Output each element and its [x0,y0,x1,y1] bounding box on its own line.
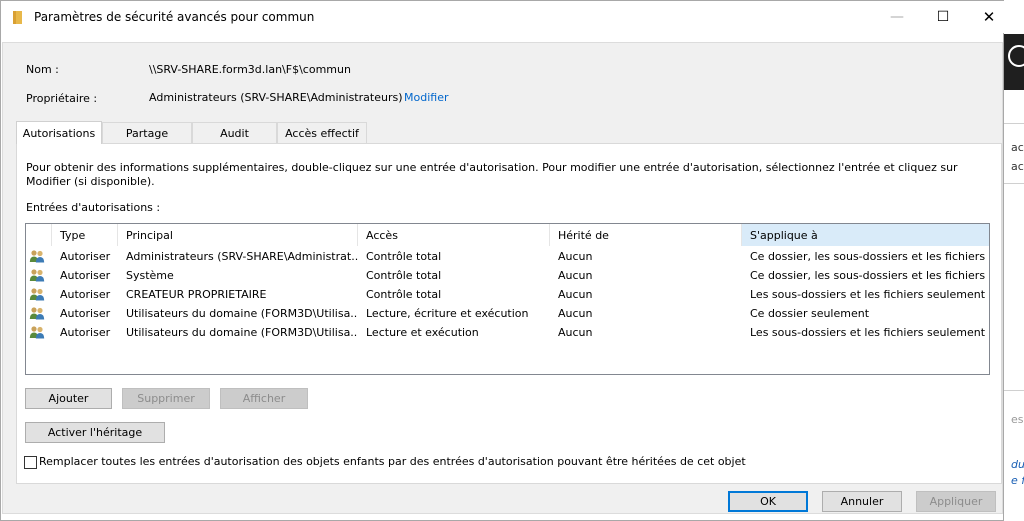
minimize-button[interactable]: — [874,1,920,33]
column-header-access[interactable]: Accès [358,224,550,246]
cell-applies-to: Ce dossier, les sous-dossiers et les fic… [750,269,986,282]
tab-audit[interactable]: Audit [192,122,277,143]
cell-access: Lecture, écriture et exécution [366,307,529,320]
maximize-button[interactable]: ☐ [920,1,966,33]
tab-share[interactable]: Partage [102,122,192,143]
permission-entries-list[interactable]: Type Principal Accès Hérité de S'appliqu… [25,223,990,375]
users-icon [29,249,45,263]
column-header-principal[interactable]: Principal [118,224,358,246]
users-icon [29,306,45,320]
list-header: Type Principal Accès Hérité de S'appliqu… [26,224,989,246]
tab-effective-access[interactable]: Accès effectif [277,122,367,143]
background-window-icon [1008,45,1024,67]
cell-applies-to: Les sous-dossiers et les fichiers seulem… [750,326,986,339]
background-text: ace [1011,160,1024,173]
title-bar[interactable]: Paramètres de sécurité avancés pour comm… [1,1,1004,33]
ok-button[interactable]: OK [728,491,808,512]
cancel-button[interactable]: Annuler [822,491,902,512]
cell-applies-to: Ce dossier seulement [750,307,870,320]
replace-child-entries-checkbox[interactable] [24,456,37,469]
table-row[interactable]: Autoriser CREATEUR PROPRIETAIRE Contrôle t… [26,285,989,304]
enable-inheritance-button[interactable]: Activer l'héritage [25,422,165,443]
tab-permissions[interactable]: Autorisations [16,121,102,144]
background-divider [1003,390,1024,391]
cell-type: Autoriser [60,269,111,282]
cell-inherited-from: Aucun [558,326,593,339]
column-header-icon [26,224,52,246]
add-button[interactable]: Ajouter [25,388,112,409]
cell-principal: Administrateurs (SRV-SHARE\Administrat..… [126,250,358,263]
close-button[interactable]: ✕ [966,1,1012,33]
table-row[interactable]: Autoriser Administrateurs (SRV-SHARE\Admi… [26,247,989,266]
cell-applies-to: Les sous-dossiers et les fichiers seulem… [750,288,986,301]
remove-button[interactable]: Supprimer [122,388,210,409]
apply-button[interactable]: Appliquer [916,491,996,512]
users-icon [29,287,45,301]
cell-access: Lecture et exécution [366,326,479,339]
cell-inherited-from: Aucun [558,307,593,320]
cell-principal: Utilisateurs du domaine (FORM3D\Utilisa.… [126,326,358,339]
column-header-type[interactable]: Type [52,224,118,246]
background-text: ess [1011,413,1024,426]
name-value: \\SRV-SHARE.form3d.lan\F$\commun [149,63,351,76]
background-link[interactable]: du [1011,458,1024,471]
cell-inherited-from: Aucun [558,288,593,301]
cell-access: Contrôle total [366,250,442,263]
cell-type: Autoriser [60,250,111,263]
change-owner-link[interactable]: Modifier [404,91,448,104]
advanced-security-dialog: Paramètres de sécurité avancés pour comm… [0,0,1004,521]
cell-principal: CREATEUR PROPRIETAIRE [126,288,267,301]
folder-icon [13,11,22,24]
cell-principal: Système [126,269,174,282]
cell-applies-to: Ce dossier, les sous-dossiers et les fic… [750,250,986,263]
background-text: ace [1011,141,1024,154]
users-icon [29,325,45,339]
window-title: Paramètres de sécurité avancés pour comm… [34,10,315,24]
cell-principal: Utilisateurs du domaine (FORM3D\Utilisa.… [126,307,358,320]
view-button[interactable]: Afficher [220,388,308,409]
entries-label: Entrées d'autorisations : [26,201,161,214]
replace-child-entries-label[interactable]: Remplacer toutes les entrées d'autorisat… [39,455,746,468]
cell-access: Contrôle total [366,288,442,301]
background-divider [1003,123,1024,124]
table-row[interactable]: Autoriser Système Contrôle total Aucun Ce do… [26,266,989,285]
cell-access: Contrôle total [366,269,442,282]
table-row[interactable]: Autoriser Utilisateurs du domaine (FORM3D… [26,323,989,342]
column-header-inherited-from[interactable]: Hérité de [550,224,742,246]
cell-inherited-from: Aucun [558,250,593,263]
background-link[interactable]: e f [1011,474,1024,487]
info-text: Pour obtenir des informations supplément… [26,161,958,188]
background-divider [1003,183,1024,184]
name-label: Nom : [26,63,59,76]
table-row[interactable]: Autoriser Utilisateurs du domaine (FORM3D… [26,304,989,323]
owner-value: Administrateurs (SRV-SHARE\Administrateu… [149,91,403,104]
cell-inherited-from: Aucun [558,269,593,282]
column-header-applies-to[interactable]: S'applique à [742,224,989,246]
cell-type: Autoriser [60,326,111,339]
users-icon [29,268,45,282]
cell-type: Autoriser [60,307,111,320]
owner-label: Propriétaire : [26,92,98,105]
cell-type: Autoriser [60,288,111,301]
